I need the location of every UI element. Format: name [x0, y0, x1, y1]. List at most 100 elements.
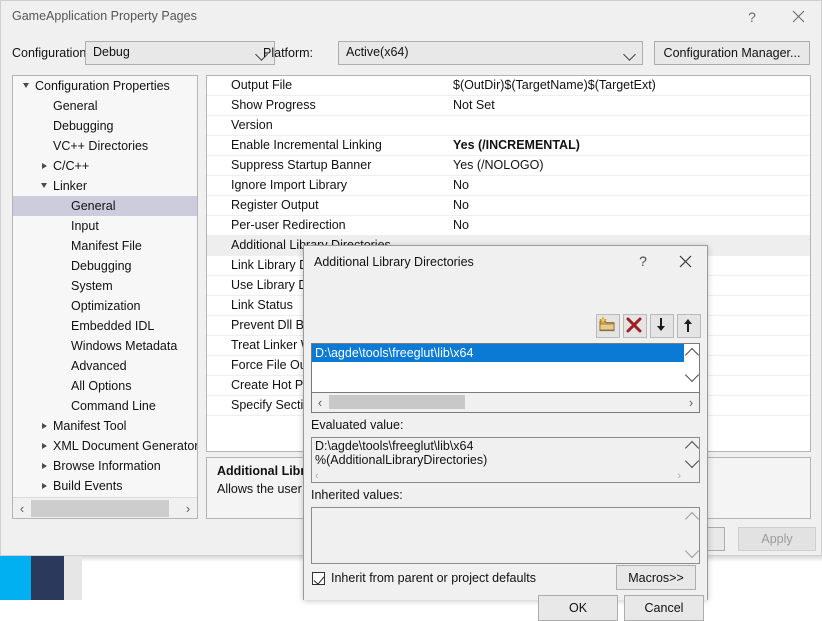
property-row[interactable]: Show Progress Not Set	[207, 96, 810, 116]
scroll-right-icon[interactable]: ›	[677, 470, 681, 482]
property-row[interactable]: Per-user Redirection No	[207, 216, 810, 236]
scrollbar-thumb[interactable]	[329, 395, 465, 409]
property-row[interactable]: Register OutputNo	[207, 196, 810, 216]
macros-button[interactable]: Macros>>	[616, 565, 696, 590]
close-icon[interactable]	[665, 246, 705, 276]
tree-node-manifest-file[interactable]: Manifest File	[13, 236, 197, 256]
tree-node-embedded-idl[interactable]: Embedded IDL	[13, 316, 197, 336]
tree-node-debugging[interactable]: Debugging	[13, 116, 197, 136]
evaluated-horizontal-scrollbar[interactable]: ‹ ›	[312, 470, 699, 482]
chevron-down-icon[interactable]	[685, 544, 699, 558]
property-value[interactable]: No	[453, 196, 469, 215]
property-row[interactable]: Output File$(OutDir)$(TargetName)$(Targe…	[207, 76, 810, 96]
property-name: Treat Linker W	[231, 336, 313, 355]
chevron-right-icon[interactable]	[37, 456, 51, 476]
chevron-up-icon[interactable]	[685, 512, 699, 526]
tree-node-configuration-properties[interactable]: Configuration Properties	[13, 76, 197, 96]
cancel-button[interactable]: Cancel	[624, 595, 704, 621]
evaluated-vertical-scrollbar[interactable]	[684, 438, 699, 470]
tree-node-linker[interactable]: Linker	[13, 176, 197, 196]
chevron-right-icon[interactable]	[37, 436, 51, 456]
property-name: Show Progress	[231, 96, 316, 115]
chevron-right-icon[interactable]	[37, 416, 51, 436]
property-name: Use Library D	[231, 276, 307, 295]
tree-node-system[interactable]: System	[13, 276, 197, 296]
tree-node-general[interactable]: General	[13, 96, 197, 116]
property-value[interactable]: No	[453, 216, 469, 235]
tree-node-xml-document-generator[interactable]: XML Document Generator	[13, 436, 197, 456]
tree-node-manifest-tool[interactable]: Manifest Tool	[13, 416, 197, 436]
chevron-down-icon[interactable]	[37, 176, 51, 196]
evaluated-value-box[interactable]: D:\agde\tools\freeglut\lib\x64 %(Additio…	[311, 437, 700, 483]
chevron-up-icon[interactable]	[685, 348, 699, 362]
tree-node-c-c[interactable]: C/C++	[13, 156, 197, 176]
property-value[interactable]: Yes (/NOLOGO)	[453, 156, 544, 175]
tree-node-advanced[interactable]: Advanced	[13, 356, 197, 376]
platform-dropdown[interactable]: Active(x64)	[338, 41, 643, 65]
configuration-tree[interactable]: Configuration PropertiesGeneralDebugging…	[13, 76, 197, 495]
tree-node-build-events[interactable]: Build Events	[13, 476, 197, 495]
tree-node-browse-information[interactable]: Browse Information	[13, 456, 197, 476]
property-name: Version	[231, 116, 273, 135]
configuration-manager-button[interactable]: Configuration Manager...	[654, 41, 810, 65]
tree-node-debugging[interactable]: Debugging	[13, 256, 197, 276]
property-value[interactable]: No	[453, 176, 469, 195]
chevron-down-icon[interactable]	[685, 368, 699, 382]
scroll-left-icon[interactable]: ‹	[315, 470, 319, 482]
inherited-vertical-scrollbar[interactable]	[684, 508, 699, 563]
property-row[interactable]: Ignore Import Library No	[207, 176, 810, 196]
help-icon[interactable]: ?	[729, 1, 775, 32]
tree-node-all-options[interactable]: All Options	[13, 376, 197, 396]
chevron-down-icon[interactable]	[19, 76, 33, 96]
list-item[interactable]: D:\agde\tools\freeglut\lib\x64	[312, 344, 686, 362]
background-cyan-block	[0, 556, 31, 600]
move-down-button[interactable]	[650, 314, 674, 338]
new-folder-button[interactable]	[596, 314, 620, 338]
configuration-dropdown[interactable]: Debug	[85, 41, 275, 65]
property-value[interactable]: Yes (/INCREMENTAL)	[453, 136, 580, 155]
tree-node-general[interactable]: General	[13, 196, 197, 216]
twisty-glyph	[42, 463, 47, 469]
tree-node-vc-directories[interactable]: VC++ Directories	[13, 136, 197, 156]
tree-node-command-line[interactable]: Command Line	[13, 396, 197, 416]
scroll-left-icon[interactable]: ‹	[312, 393, 328, 411]
property-name: Link Status	[231, 296, 293, 315]
tree-node-label: VC++ Directories	[53, 136, 148, 156]
property-row[interactable]: Enable Incremental LinkingYes (/INCREMEN…	[207, 136, 810, 156]
move-up-button[interactable]	[677, 314, 701, 338]
chevron-right-icon[interactable]	[37, 476, 51, 495]
arrow-up-icon	[678, 315, 698, 335]
property-row[interactable]: Suppress Startup Banner Yes (/NOLOGO)	[207, 156, 810, 176]
evaluated-line: D:\agde\tools\freeglut\lib\x64	[315, 439, 473, 453]
sub-dialog-title: Additional Library Directories	[314, 255, 474, 269]
scroll-right-icon[interactable]: ›	[683, 393, 699, 411]
help-icon[interactable]: ?	[623, 246, 663, 276]
property-name: Suppress Startup Banner	[231, 156, 371, 175]
property-name: Per-user Redirection	[231, 216, 346, 235]
tree-node-label: Manifest File	[71, 236, 142, 256]
property-row[interactable]: Version	[207, 116, 810, 136]
property-value[interactable]: $(OutDir)$(TargetName)$(TargetExt)	[453, 76, 656, 95]
tree-node-input[interactable]: Input	[13, 216, 197, 236]
tree-node-windows-metadata[interactable]: Windows Metadata	[13, 336, 197, 356]
scrollbar-thumb[interactable]	[31, 500, 169, 517]
list-vertical-scrollbar[interactable]	[684, 344, 699, 392]
apply-button[interactable]: Apply	[738, 527, 816, 551]
chevron-right-icon[interactable]	[37, 156, 51, 176]
evaluated-line: %(AdditionalLibraryDirectories)	[315, 453, 487, 467]
scroll-right-icon[interactable]: ›	[179, 498, 197, 518]
property-value[interactable]: Not Set	[453, 96, 495, 115]
close-icon[interactable]	[775, 1, 821, 32]
chevron-down-icon[interactable]	[685, 454, 699, 468]
library-directories-list[interactable]: D:\agde\tools\freeglut\lib\x64	[311, 343, 700, 393]
sub-dialog-body: D:\agde\tools\freeglut\lib\x64 ‹ › Evalu…	[304, 276, 707, 600]
tree-node-optimization[interactable]: Optimization	[13, 296, 197, 316]
delete-button[interactable]	[623, 314, 647, 338]
tree-horizontal-scrollbar[interactable]: ‹ ›	[13, 497, 197, 518]
list-horizontal-scrollbar[interactable]: ‹ ›	[311, 393, 700, 413]
inherit-checkbox[interactable]	[312, 572, 325, 585]
inherited-values-box[interactable]	[311, 507, 700, 564]
ok-button[interactable]: OK	[538, 595, 618, 621]
scroll-left-icon[interactable]: ‹	[13, 498, 31, 518]
property-name: Ignore Import Library	[231, 176, 347, 195]
